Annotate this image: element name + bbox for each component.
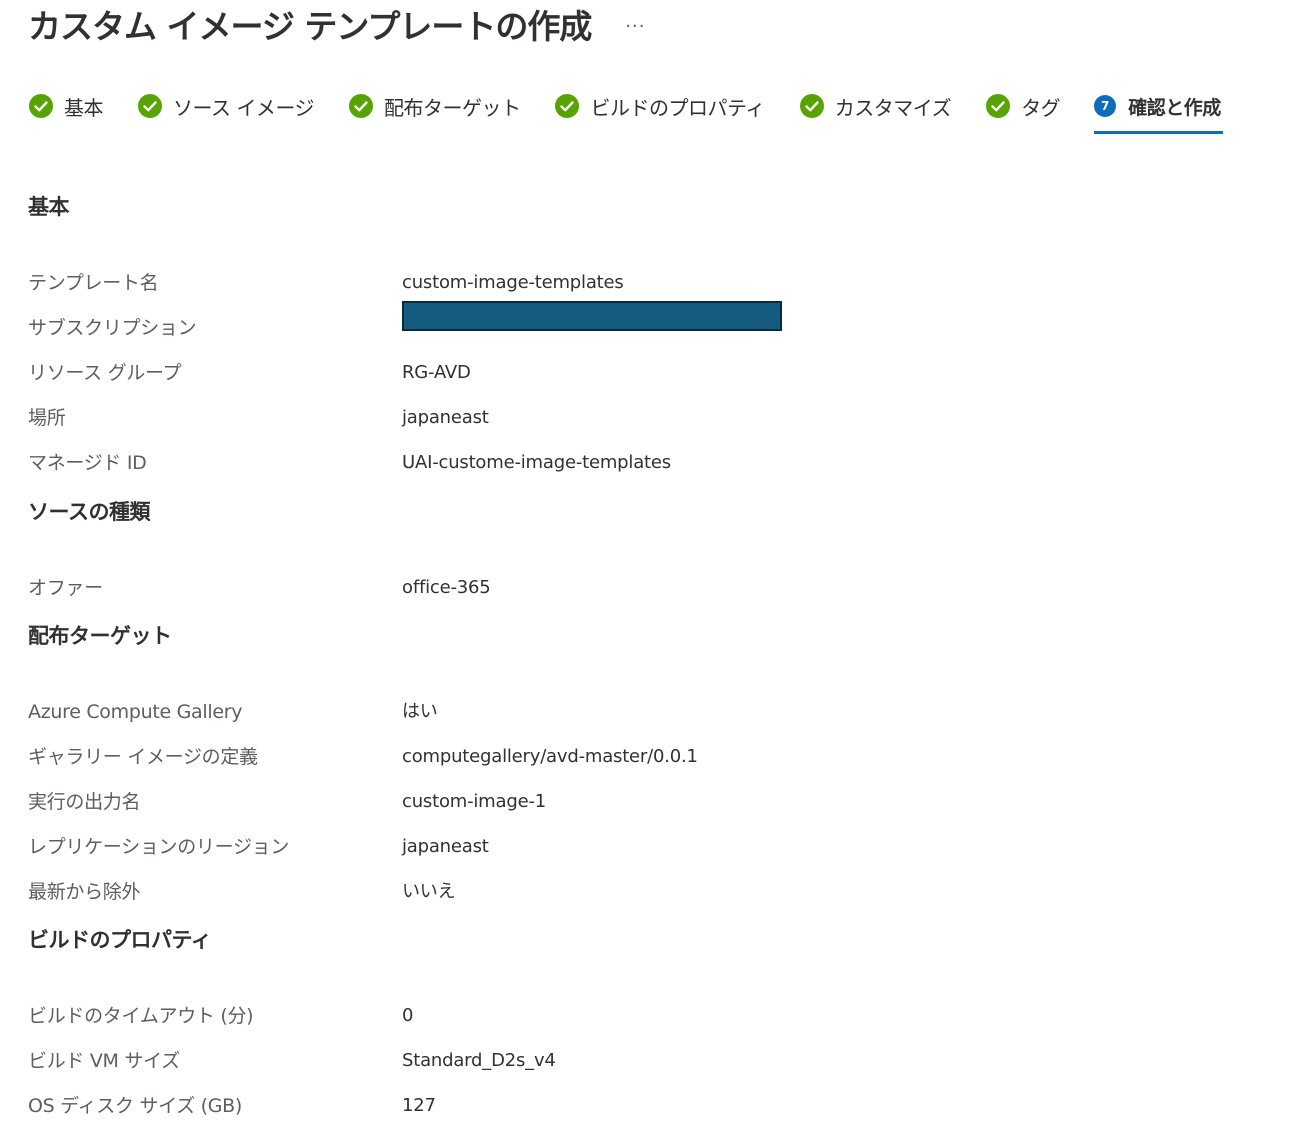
detail-row: オファー office-365 [28,575,1228,620]
check-circle-icon [29,94,53,118]
tab-tags[interactable]: タグ [985,88,1061,124]
section-build-properties: ビルドのプロパティ ビルドのタイムアウト (分) 0 ビルド VM サイズ St… [28,925,1228,1138]
check-circle-icon [555,94,580,118]
detail-row: 実行の出力名 custom-image-1 [28,789,1228,834]
section-source-type: ソースの種類 オファー office-365 [28,497,1228,620]
check-circle-icon [138,94,162,118]
detail-row: ギャラリー イメージの定義 computegallery/avd-master/… [28,744,1228,789]
tab-distribution-targets[interactable]: 配布ターゲット [348,88,521,124]
detail-row: 最新から除外 いいえ [28,879,1228,924]
tab-customizations[interactable]: カスタマイズ [799,88,952,124]
detail-row: ビルドのタイムアウト (分) 0 [28,1003,1228,1048]
detail-row: レプリケーションのリージョン japaneast [28,834,1228,879]
redacted-subscription-value [402,301,782,331]
check-circle-icon [348,94,373,118]
row-value: custom-image-1 [402,791,546,812]
section-title: 配布ターゲット [28,624,172,648]
detail-row: Azure Compute Gallery はい [28,699,1228,744]
detail-row: ビルド VM サイズ Standard_D2s_v4 [28,1048,1228,1093]
detail-row: マネージド ID UAI-custome-image-templates [28,450,1228,495]
row-label: 実行の出力名 [28,791,141,813]
step-number-icon: 7 [1094,95,1117,117]
more-options-button[interactable]: ··· [625,4,645,50]
row-label: テンプレート名 [28,272,159,294]
row-value: Standard_D2s_v4 [402,1050,556,1071]
detail-row: OS ディスク サイズ (GB) 127 [28,1093,1228,1138]
section-title: ビルドのプロパティ [28,928,212,952]
row-value: RG-AVD [402,362,471,383]
page-header: カスタム イメージ テンプレートの作成 ··· [28,4,646,50]
tab-label: 基本 [64,95,104,120]
tab-build-properties[interactable]: ビルドのプロパティ [554,88,765,124]
row-label: ビルド VM サイズ [28,1050,180,1072]
section-title: ソースの種類 [28,500,150,524]
row-value: はい [402,701,438,722]
row-label: リソース グループ [28,362,182,384]
tab-basics[interactable]: 基本 [28,88,104,124]
row-label: オファー [28,577,103,599]
tab-source-image[interactable]: ソース イメージ [137,88,314,124]
section-distribution-targets: 配布ターゲット Azure Compute Gallery はい ギャラリー イ… [28,621,1228,924]
check-circle-icon [986,94,1011,118]
check-circle-icon [799,94,824,118]
row-value: いいえ [402,881,456,902]
detail-row: サブスクリプション [28,301,1228,360]
row-label: レプリケーションのリージョン [28,836,290,858]
row-value: custom-image-templates [402,272,624,293]
row-label: ギャラリー イメージの定義 [28,746,258,768]
row-label: 最新から除外 [28,881,141,903]
row-label: マネージド ID [28,452,147,474]
tab-label: 配布ターゲット [383,95,521,120]
row-value: UAI-custome-image-templates [402,452,671,473]
row-label: OS ディスク サイズ (GB) [28,1095,243,1117]
tab-label: カスタマイズ [834,95,952,120]
row-label: 場所 [28,407,66,429]
page-title: カスタム イメージ テンプレートの作成 [28,7,592,46]
section-basics: 基本 テンプレート名 custom-image-templates サブスクリプ… [28,192,1228,495]
row-value: japaneast [402,407,489,428]
row-value: 0 [402,1005,414,1026]
tab-label: 確認と作成 [1128,96,1221,119]
section-title: 基本 [28,195,70,219]
wizard-tabs: 基本 ソース イメージ 配布ターゲット ビルドのプロパティ カスタマイズ タグ … [28,88,1223,134]
tab-review-create[interactable]: 7 確認と作成 [1094,88,1223,134]
tab-label: ソース イメージ [173,95,314,120]
row-label: Azure Compute Gallery [28,701,243,723]
row-value: 127 [402,1095,436,1116]
detail-row: リソース グループ RG-AVD [28,360,1228,405]
row-value: japaneast [402,836,489,857]
row-value: office-365 [402,577,491,598]
tab-label: ビルドのプロパティ [590,95,765,120]
active-tab-indicator [1094,131,1223,134]
row-value: computegallery/avd-master/0.0.1 [402,746,698,767]
row-label: サブスクリプション [28,317,197,339]
row-label: ビルドのタイムアウト (分) [28,1005,254,1027]
tab-label: タグ [1021,95,1061,120]
detail-row: 場所 japaneast [28,405,1228,450]
